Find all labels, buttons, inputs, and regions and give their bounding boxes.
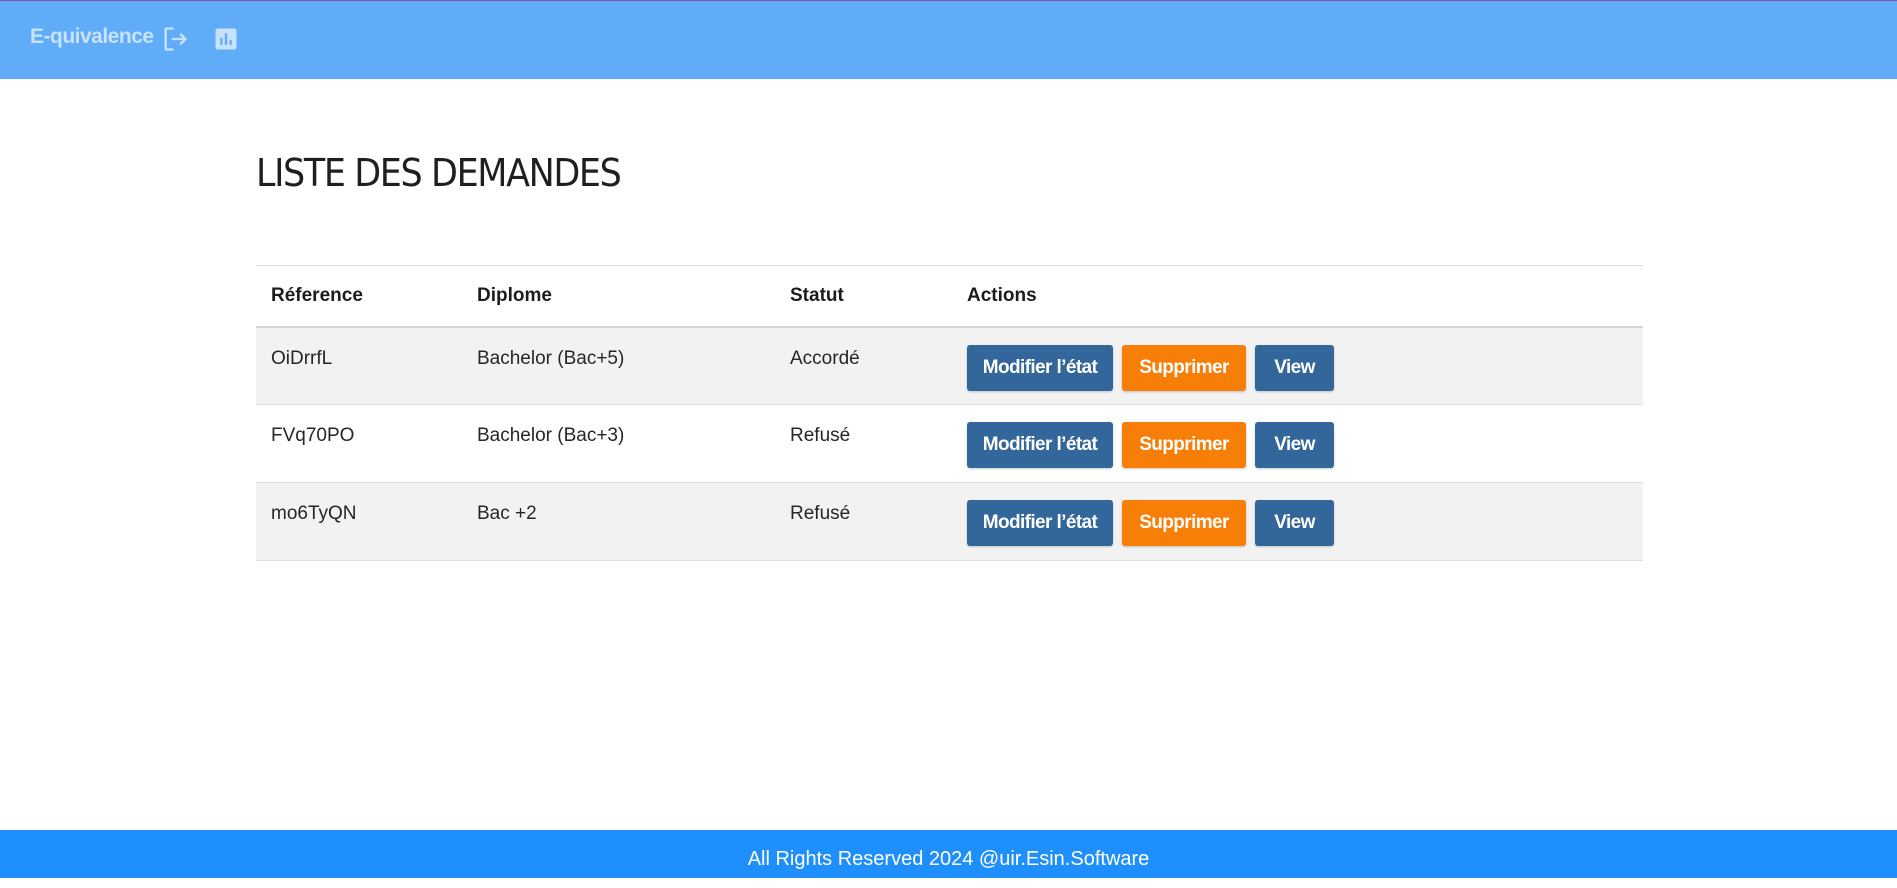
modify-state-button[interactable]: Modifier l’état (967, 500, 1113, 546)
cell-reference: OiDrrfL (271, 347, 333, 369)
delete-button[interactable]: Supprimer (1122, 500, 1246, 546)
cell-statut: Accordé (790, 347, 860, 369)
requests-table: Réference Diplome Statut Actions OiDrrfL… (256, 265, 1643, 561)
modify-state-button[interactable]: Modifier l’état (967, 422, 1113, 468)
header-reference: Réference (271, 284, 363, 306)
logout-icon[interactable] (161, 25, 189, 53)
cell-statut: Refusé (790, 425, 851, 446)
view-button[interactable]: View (1255, 422, 1334, 468)
cell-diplome: Bachelor (Bac+3) (477, 425, 625, 446)
header-diplome: Diplome (477, 284, 552, 306)
top-navbar: E-quivalence (0, 0, 1897, 79)
cell-actions: Modifier l’état Supprimer View (952, 405, 1643, 483)
delete-button[interactable]: Supprimer (1122, 344, 1246, 391)
table-row: OiDrrfL Bachelor (Bac+5) Accordé Modifie… (256, 326, 1643, 405)
cell-actions: Modifier l’état Supprimer View (952, 483, 1643, 561)
table-header-row: Réference Diplome Statut Actions (256, 265, 1643, 327)
footer: All Rights Reserved 2024 @uir.Esin.Softw… (0, 830, 1897, 878)
cell-diplome: Bachelor (Bac+5) (477, 347, 625, 369)
cell-statut: Refusé (790, 503, 851, 524)
table-row: mo6TyQN Bac +2 Refusé Modifier l’état Sup… (256, 482, 1643, 561)
footer-text: All Rights Reserved 2024 @uir.Esin.Softw… (747, 848, 1150, 870)
cell-reference: mo6TyQN (271, 503, 357, 524)
modify-state-button[interactable]: Modifier l’état (967, 344, 1113, 391)
view-button[interactable]: View (1255, 344, 1334, 391)
view-button[interactable]: View (1255, 500, 1334, 546)
table-row: FVq70PO Bachelor (Bac+3) Refusé Modifier… (256, 404, 1643, 483)
chart-icon[interactable] (212, 25, 240, 53)
page-title: LISTE DES DEMANDES (256, 151, 622, 195)
brand-link[interactable]: E-quivalence (30, 25, 154, 49)
header-statut: Statut (790, 284, 844, 306)
cell-reference: FVq70PO (271, 425, 355, 446)
header-actions: Actions (967, 284, 1037, 306)
cell-diplome: Bac +2 (477, 503, 537, 524)
cell-actions: Modifier l’état Supprimer View (952, 327, 1643, 405)
delete-button[interactable]: Supprimer (1122, 422, 1246, 468)
